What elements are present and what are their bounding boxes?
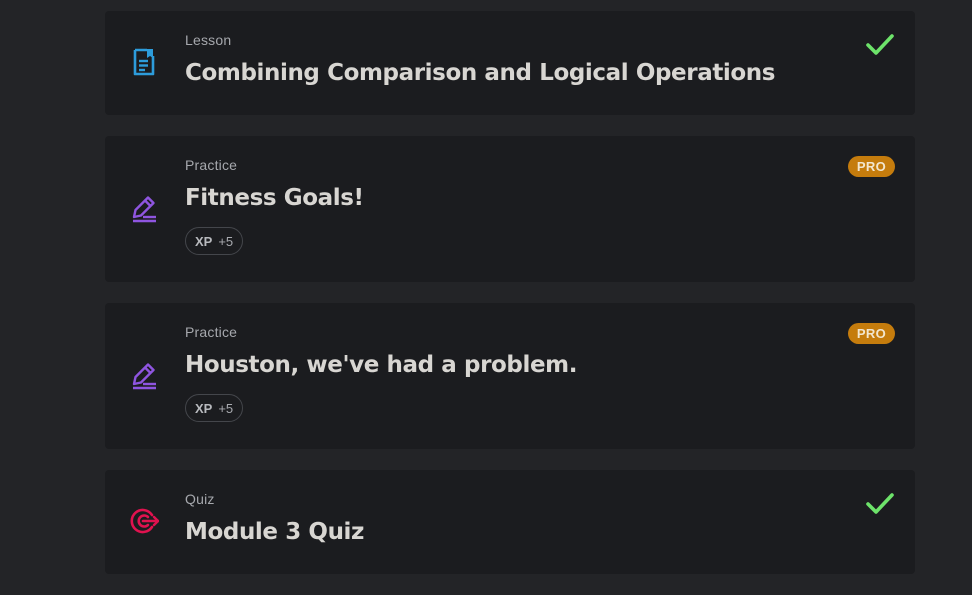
pro-badge: PRO <box>847 323 895 344</box>
item-type-label: Practice <box>185 324 238 340</box>
item-content: Practice Fitness Goals! XP +5 <box>185 157 795 255</box>
item-title[interactable]: Houston, we've had a problem. <box>185 350 795 380</box>
module-item-list: Lesson Combining Comparison and Logical … <box>105 11 915 595</box>
xp-value: +5 <box>218 233 234 249</box>
item-title[interactable]: Fitness Goals! <box>185 183 795 213</box>
xp-reward-chip: XP +5 <box>185 394 244 422</box>
item-type-label: Lesson <box>185 32 232 48</box>
item-type-label: Practice <box>185 157 238 173</box>
practice-pencil-icon <box>132 363 156 390</box>
practice-pencil-icon <box>132 196 156 223</box>
item-content: Quiz Module 3 Quiz <box>185 491 795 547</box>
xp-label: XP <box>195 233 213 249</box>
pro-badge: PRO <box>847 156 895 177</box>
item-title[interactable]: Combining Comparison and Logical Operati… <box>185 58 795 88</box>
item-type-label: Quiz <box>185 491 215 507</box>
module-item-practice[interactable]: Practice Fitness Goals! XP +5 PRO <box>105 136 915 282</box>
lesson-document-icon <box>133 48 155 76</box>
xp-label: XP <box>195 400 213 416</box>
module-item-lesson[interactable]: Lesson Combining Comparison and Logical … <box>105 11 915 115</box>
completed-check-icon <box>866 34 894 55</box>
module-item-quiz[interactable]: Quiz Module 3 Quiz <box>105 470 915 574</box>
quiz-target-icon <box>130 508 159 534</box>
module-item-practice[interactable]: Practice Houston, we've had a problem. X… <box>105 303 915 449</box>
completed-check-icon <box>866 493 894 514</box>
xp-reward-chip: XP +5 <box>185 227 244 255</box>
item-title[interactable]: Module 3 Quiz <box>185 517 795 547</box>
item-content: Practice Houston, we've had a problem. X… <box>185 324 795 422</box>
xp-value: +5 <box>218 400 234 416</box>
item-content: Lesson Combining Comparison and Logical … <box>185 32 795 88</box>
